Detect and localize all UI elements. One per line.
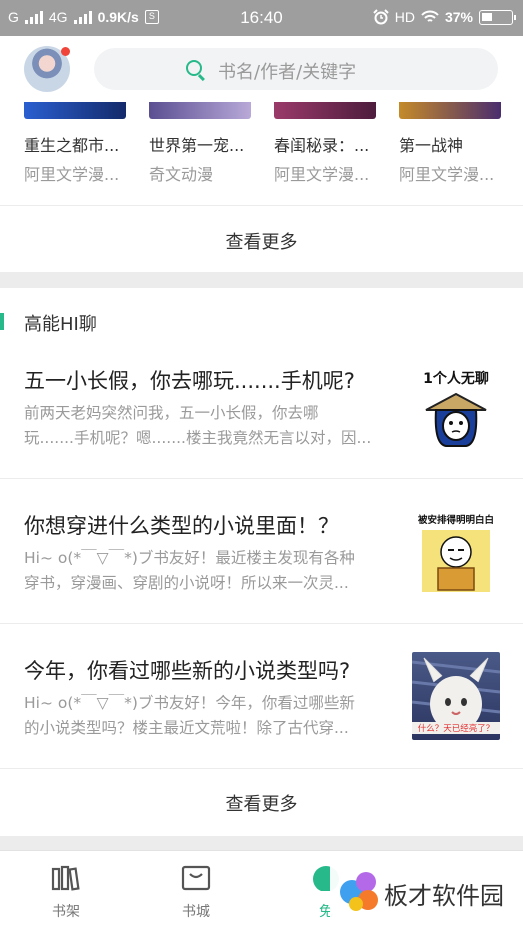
see-more-button[interactable]: 查看更多 xyxy=(0,228,523,254)
excerpt-line: Hi~ o(*￣▽￣*)ブ书友好！今年，你看过哪些新 xyxy=(24,694,355,712)
book-author: 阿里文学漫... xyxy=(399,165,495,184)
chat-section: 高能HI聊 五一小长假，你去哪玩.......手机呢? 前两天老妈突然问我，五一… xyxy=(0,288,523,836)
wifi-icon xyxy=(421,10,439,22)
battery-fill xyxy=(482,12,492,21)
avatar[interactable] xyxy=(24,46,70,92)
nav-item-bookshelf[interactable]: 书架 xyxy=(26,865,106,921)
book-card[interactable]: 第一战神 阿里文学漫... xyxy=(399,102,501,185)
nav-item-bookstore[interactable]: 书城 xyxy=(156,865,236,921)
search-placeholder: 书名/作者/关键字 xyxy=(218,62,357,83)
book-title: 春闺秘录：... xyxy=(274,136,370,155)
divider xyxy=(0,623,523,624)
thumb-caption: 被安排得明明白白 xyxy=(417,515,494,526)
meme-figure-icon xyxy=(422,530,490,592)
thumb-caption: 1个人无聊 xyxy=(423,371,489,387)
book-cover xyxy=(274,102,376,119)
post-excerpt: Hi~ o(*￣▽￣*)ブ书友好！最近楼主发现有各种 穿书，穿漫画、穿剧的小说呀… xyxy=(24,546,400,596)
divider xyxy=(0,205,523,206)
excerpt-line: 穿书，穿漫画、穿剧的小说呀！所以来一次灵... xyxy=(24,574,349,592)
book-cover xyxy=(149,102,251,119)
book-title: 重生之都市... xyxy=(24,136,120,155)
post-thumbnail: 什么？天已经亮了？ xyxy=(412,652,500,740)
book-author: 阿里文学漫... xyxy=(274,165,370,184)
app-header: 书名/作者/关键字 xyxy=(0,36,523,102)
excerpt-line: 玩.......手机呢？嗯.......楼主我竟然无言以对，因... xyxy=(24,429,372,447)
book-row-section: 重生之都市... 阿里文学漫... 世界第一宠... 奇文动漫 春闺秘录：...… xyxy=(0,102,523,272)
divider xyxy=(0,478,523,479)
section-accent-bar xyxy=(0,313,4,330)
book-title: 第一战神 xyxy=(399,136,464,155)
search-bar[interactable]: 书名/作者/关键字 xyxy=(94,48,498,90)
excerpt-line: 的小说类型吗？楼主最近文荒啦！除了古代穿... xyxy=(24,719,349,737)
meme-figure-icon xyxy=(425,392,487,447)
book-card[interactable]: 重生之都市... 阿里文学漫... xyxy=(24,102,126,185)
hd-label: HD xyxy=(394,9,415,25)
book-author: 阿里文学漫... xyxy=(24,165,120,184)
book-title: 世界第一宠... xyxy=(149,136,245,155)
excerpt-line: Hi~ o(*￣▽￣*)ブ书友好！最近楼主发现有各种 xyxy=(24,549,355,567)
battery-icon xyxy=(479,9,516,25)
book-author: 奇文动漫 xyxy=(149,165,214,184)
watermark: 板才软件园 xyxy=(330,854,523,930)
battery-percent: 37% xyxy=(444,9,473,25)
watermark-logo-icon xyxy=(340,872,378,911)
see-more-button[interactable]: 查看更多 xyxy=(0,790,523,816)
bookstore-icon xyxy=(181,865,211,891)
book-cover xyxy=(24,102,126,119)
book-cover xyxy=(399,102,501,119)
search-icon xyxy=(186,60,202,76)
notification-dot xyxy=(61,47,70,56)
status-bar: G 4G 0.9K/s S 16:40 HD 37% xyxy=(0,0,523,36)
post-title: 今年，你看过哪些新的小说类型吗? xyxy=(24,659,351,683)
post-excerpt: 前两天老妈突然问我，五一小长假，你去哪 玩.......手机呢？嗯.......… xyxy=(24,401,400,451)
section-title: 高能HI聊 xyxy=(24,314,97,335)
watermark-text: 板才软件园 xyxy=(384,882,504,910)
post-thumbnail: 1个人无聊 xyxy=(412,362,500,450)
divider xyxy=(0,768,523,769)
excerpt-line: 前两天老妈突然问我，五一小长假，你去哪 xyxy=(24,404,319,422)
nav-label: 书城 xyxy=(182,904,210,920)
thumb-caption: 什么？天已经亮了？ xyxy=(412,722,500,734)
post-thumbnail: 被安排得明明白白 xyxy=(412,508,500,596)
status-right: HD 37% xyxy=(373,9,516,25)
bookshelf-icon xyxy=(51,865,80,891)
post-title: 五一小长假，你去哪玩.......手机呢? xyxy=(24,369,355,393)
post-excerpt: Hi~ o(*￣▽￣*)ブ书友好！今年，你看过哪些新 的小说类型吗？楼主最近文荒… xyxy=(24,691,400,741)
book-card[interactable]: 世界第一宠... 奇文动漫 xyxy=(149,102,251,185)
alarm-icon xyxy=(373,9,389,25)
book-card[interactable]: 春闺秘录：... 阿里文学漫... xyxy=(274,102,376,185)
post-title: 你想穿进什么类型的小说里面！？ xyxy=(24,514,339,538)
nav-label: 书架 xyxy=(52,904,80,920)
